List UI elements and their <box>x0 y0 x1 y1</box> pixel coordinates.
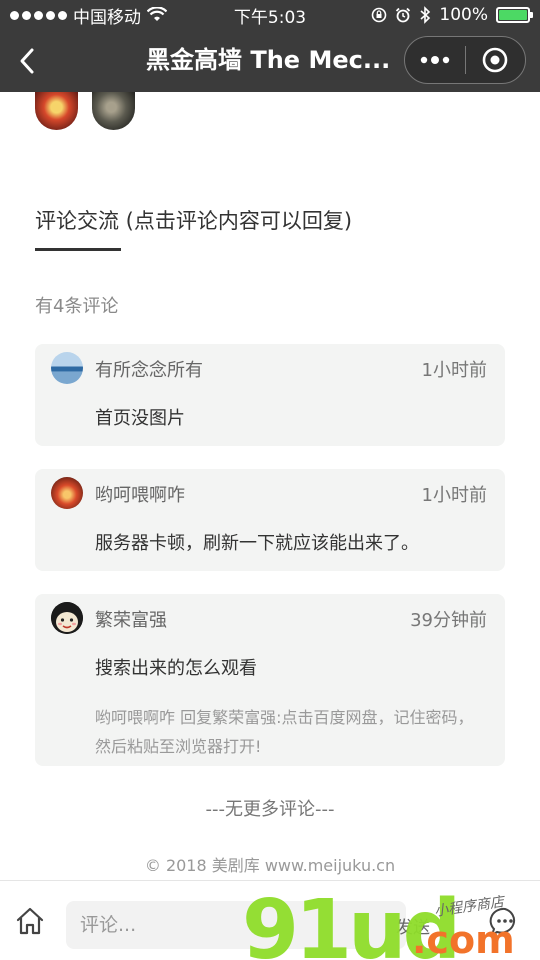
comment-time: 1小时前 <box>421 360 487 381</box>
comment-count: 有4条评论 <box>35 296 119 317</box>
comment-author: 有所念念所有 <box>95 360 203 381</box>
avatar <box>51 602 83 634</box>
avatar <box>51 352 83 384</box>
comment-author: 哟呵喂啊咋 <box>95 485 185 506</box>
comment-card[interactable]: 有所念念所有 1小时前 首页没图片 <box>35 344 505 446</box>
signal-dots-icon <box>10 10 67 20</box>
comment-time: 39分钟前 <box>410 610 487 631</box>
battery-percent: 100% <box>439 5 488 25</box>
comment-author: 繁荣富强 <box>95 610 167 631</box>
watermark-suffix: .com <box>412 918 515 960</box>
comment-reply[interactable]: 哟呵喂啊咋 回复繁荣富强:点击百度网盘，记住密码，然后粘贴至浏览器打开! <box>95 703 489 761</box>
avatar[interactable] <box>35 92 78 130</box>
page-title: 黑金高墙 The Mec... <box>146 46 391 74</box>
alarm-icon <box>396 7 411 23</box>
avatar <box>51 477 83 509</box>
back-button[interactable] <box>8 42 46 80</box>
target-close-icon <box>482 47 508 73</box>
comment-text: 首页没图片 <box>95 408 185 429</box>
meme-face-icon <box>51 602 83 634</box>
comment-text: 服务器卡顿，刷新一下就应该能出来了。 <box>95 533 419 554</box>
more-button[interactable] <box>405 37 465 83</box>
no-more-comments: ---无更多评论--- <box>205 799 335 820</box>
comment-text: 搜索出来的怎么观看 <box>95 658 257 679</box>
copyright: © 2018 美剧库 www.meijuku.cn <box>144 856 396 875</box>
section-underline <box>35 248 121 251</box>
home-icon <box>16 907 44 935</box>
home-button[interactable] <box>14 905 54 945</box>
mini-program-capsule <box>404 36 526 84</box>
comments-section-title: 评论交流 (点击评论内容可以回复) <box>35 209 353 233</box>
close-button[interactable] <box>466 37 526 83</box>
comment-card[interactable]: 哟呵喂啊咋 1小时前 服务器卡顿，刷新一下就应该能出来了。 <box>35 469 505 571</box>
more-dots-icon <box>420 56 449 64</box>
battery-icon <box>496 7 533 23</box>
bluetooth-icon <box>420 6 431 24</box>
nav-bar: 黑金高墙 The Mec... <box>0 30 540 92</box>
comment-time: 1小时前 <box>421 485 487 506</box>
carrier-label: 中国移动 <box>73 7 141 28</box>
avatar[interactable] <box>92 92 135 130</box>
orientation-lock-icon <box>372 7 387 23</box>
wifi-icon <box>147 7 167 21</box>
comment-card[interactable]: 繁荣富强 39分钟前 搜索出来的怎么观看 哟呵喂啊咋 回复繁荣富强:点击百度网盘… <box>35 594 505 766</box>
liked-avatars-row <box>35 92 135 130</box>
chevron-left-icon <box>20 48 34 74</box>
status-bar: 中国移动 下午5:03 100% <box>0 0 540 30</box>
